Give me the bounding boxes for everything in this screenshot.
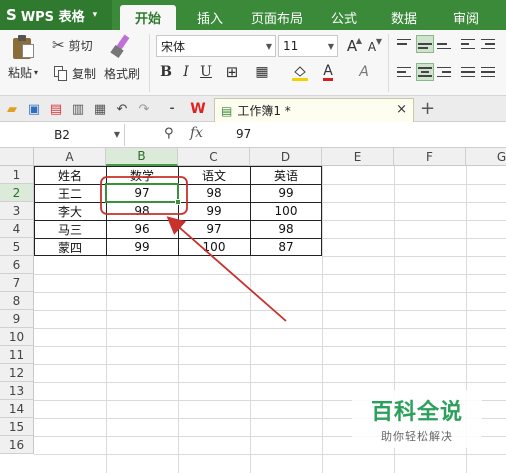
fill-color-button[interactable] <box>290 62 310 82</box>
cut-label: 剪切 <box>68 38 93 53</box>
fill-bucket-icon <box>292 66 308 81</box>
font-color-button[interactable]: A <box>318 62 338 82</box>
underline-button[interactable]: U <box>196 62 216 82</box>
insert-function-button[interactable]: fx <box>190 125 203 141</box>
indent-button[interactable] <box>480 35 498 53</box>
formula-input[interactable]: 97 <box>236 127 251 141</box>
document-tab[interactable]: ▤ 工作簿1 * × <box>214 98 414 122</box>
wrap-text-button[interactable] <box>460 35 478 53</box>
save-icon[interactable]: ▣ <box>26 101 42 117</box>
align-left-button[interactable] <box>396 63 414 81</box>
wps-w-icon[interactable]: W <box>190 101 206 117</box>
highlight-box <box>100 176 188 215</box>
grow-font-button[interactable]: A ▲ <box>342 36 362 56</box>
spreadsheet-file-icon: ▤ <box>221 103 233 118</box>
align-middle-button[interactable] <box>416 35 434 53</box>
quick-access-bar: ▰ ▣ ▤ ▥ ▦ ↶ ↷ ⁃ W ▤ 工作簿1 * × + <box>0 96 506 122</box>
bold-button[interactable]: B <box>156 62 176 82</box>
tab-review[interactable]: 审阅 <box>440 5 492 30</box>
tab-page-layout[interactable]: 页面布局 <box>244 5 310 30</box>
merge-button[interactable]: ▦ <box>252 62 272 82</box>
format-painter-button[interactable] <box>110 34 132 59</box>
watermark: 百科全说 助你轻松解决 <box>352 390 482 448</box>
borders-icon: ⊞ <box>225 63 239 81</box>
align-bottom-button[interactable] <box>436 35 454 53</box>
formula-bar: B2 ▼ ⚲ fx 97 <box>0 122 506 148</box>
format-painter-label: 格式刷 <box>104 67 141 81</box>
tab-formulas[interactable]: 公式 <box>318 5 370 30</box>
watermark-title: 百科全说 <box>370 400 463 425</box>
tab-insert[interactable]: 插入 <box>184 5 236 30</box>
redo-icon[interactable]: ↷ <box>136 101 152 117</box>
align-right-button[interactable] <box>436 63 454 81</box>
zoom-icon[interactable]: ⚲ <box>164 126 174 141</box>
borders-button[interactable]: ⊞ <box>222 62 242 82</box>
scissors-icon: ✂ <box>52 36 65 54</box>
print-icon[interactable]: ▥ <box>70 101 86 117</box>
font-name-value: 宋体 <box>161 39 186 54</box>
customize-toolbar-icon[interactable]: ⁃ <box>164 101 180 117</box>
cut-button[interactable]: ✂ 剪切 <box>52 36 93 54</box>
export-pdf-icon[interactable]: ▤ <box>48 101 64 117</box>
justify-button[interactable] <box>460 63 478 81</box>
copy-button[interactable]: 复制 <box>54 65 96 82</box>
paste-label: 粘贴 <box>8 66 33 80</box>
chevron-down-icon: ▼ <box>327 42 334 51</box>
align-top-button[interactable] <box>396 35 414 53</box>
format-painter-icon <box>110 34 132 59</box>
font-name-select[interactable]: 宋体 ▼ <box>156 35 276 57</box>
chevron-down-icon: ▼ <box>113 130 120 139</box>
menu-bar: S WPS 表格 ▾ 开始 插入 页面布局 公式 数据 审阅 <box>0 0 506 30</box>
ribbon-divider <box>149 34 150 92</box>
wps-logo-icon: S <box>6 6 17 24</box>
chevron-down-icon: ▾ <box>92 10 98 20</box>
new-tab-icon[interactable]: + <box>420 98 435 119</box>
paste-icon <box>12 34 36 60</box>
paste-dropdown[interactable]: 粘贴 ▾ <box>8 64 38 81</box>
font-color-icon: A <box>323 62 333 81</box>
chevron-down-icon: ▾ <box>34 68 39 77</box>
name-box-value: B2 <box>54 128 70 142</box>
align-center-button[interactable] <box>416 63 434 81</box>
paste-button[interactable] <box>12 34 36 60</box>
app-name: WPS 表格 <box>20 9 85 25</box>
copy-label: 复制 <box>72 67 97 81</box>
ribbon-divider <box>388 34 389 92</box>
document-tab-title: 工作簿1 * <box>237 104 291 118</box>
copy-icon <box>54 66 68 81</box>
close-icon[interactable]: × <box>396 102 407 117</box>
tab-home[interactable]: 开始 <box>120 5 176 30</box>
merge-cells-icon: ▦ <box>255 64 269 80</box>
chevron-down-icon: ▼ <box>265 42 272 51</box>
open-folder-icon[interactable]: ▰ <box>4 101 20 117</box>
ribbon: 粘贴 ▾ ✂ 剪切 复制 格式刷 宋体 ▼ 11 ▼ A ▲ A ▼ B I U ⊞… <box>0 30 506 96</box>
clear-format-icon: A <box>359 64 369 80</box>
print-preview-icon[interactable]: ▦ <box>92 101 108 117</box>
distribute-button[interactable] <box>480 63 498 81</box>
clear-format-button[interactable]: A <box>354 62 374 82</box>
undo-icon[interactable]: ↶ <box>114 101 130 117</box>
italic-button[interactable]: I <box>176 62 196 82</box>
font-size-value: 11 <box>283 39 299 53</box>
tab-data[interactable]: 数据 <box>378 5 430 30</box>
font-size-select[interactable]: 11 ▼ <box>278 35 338 57</box>
annotation-arrow <box>166 216 287 322</box>
app-menu-button[interactable]: S WPS 表格 ▾ <box>0 0 112 30</box>
shrink-font-button[interactable]: A ▼ <box>362 37 382 57</box>
name-box[interactable]: B2 ▼ <box>0 124 125 146</box>
watermark-subtitle: 助你轻松解决 <box>381 430 453 443</box>
